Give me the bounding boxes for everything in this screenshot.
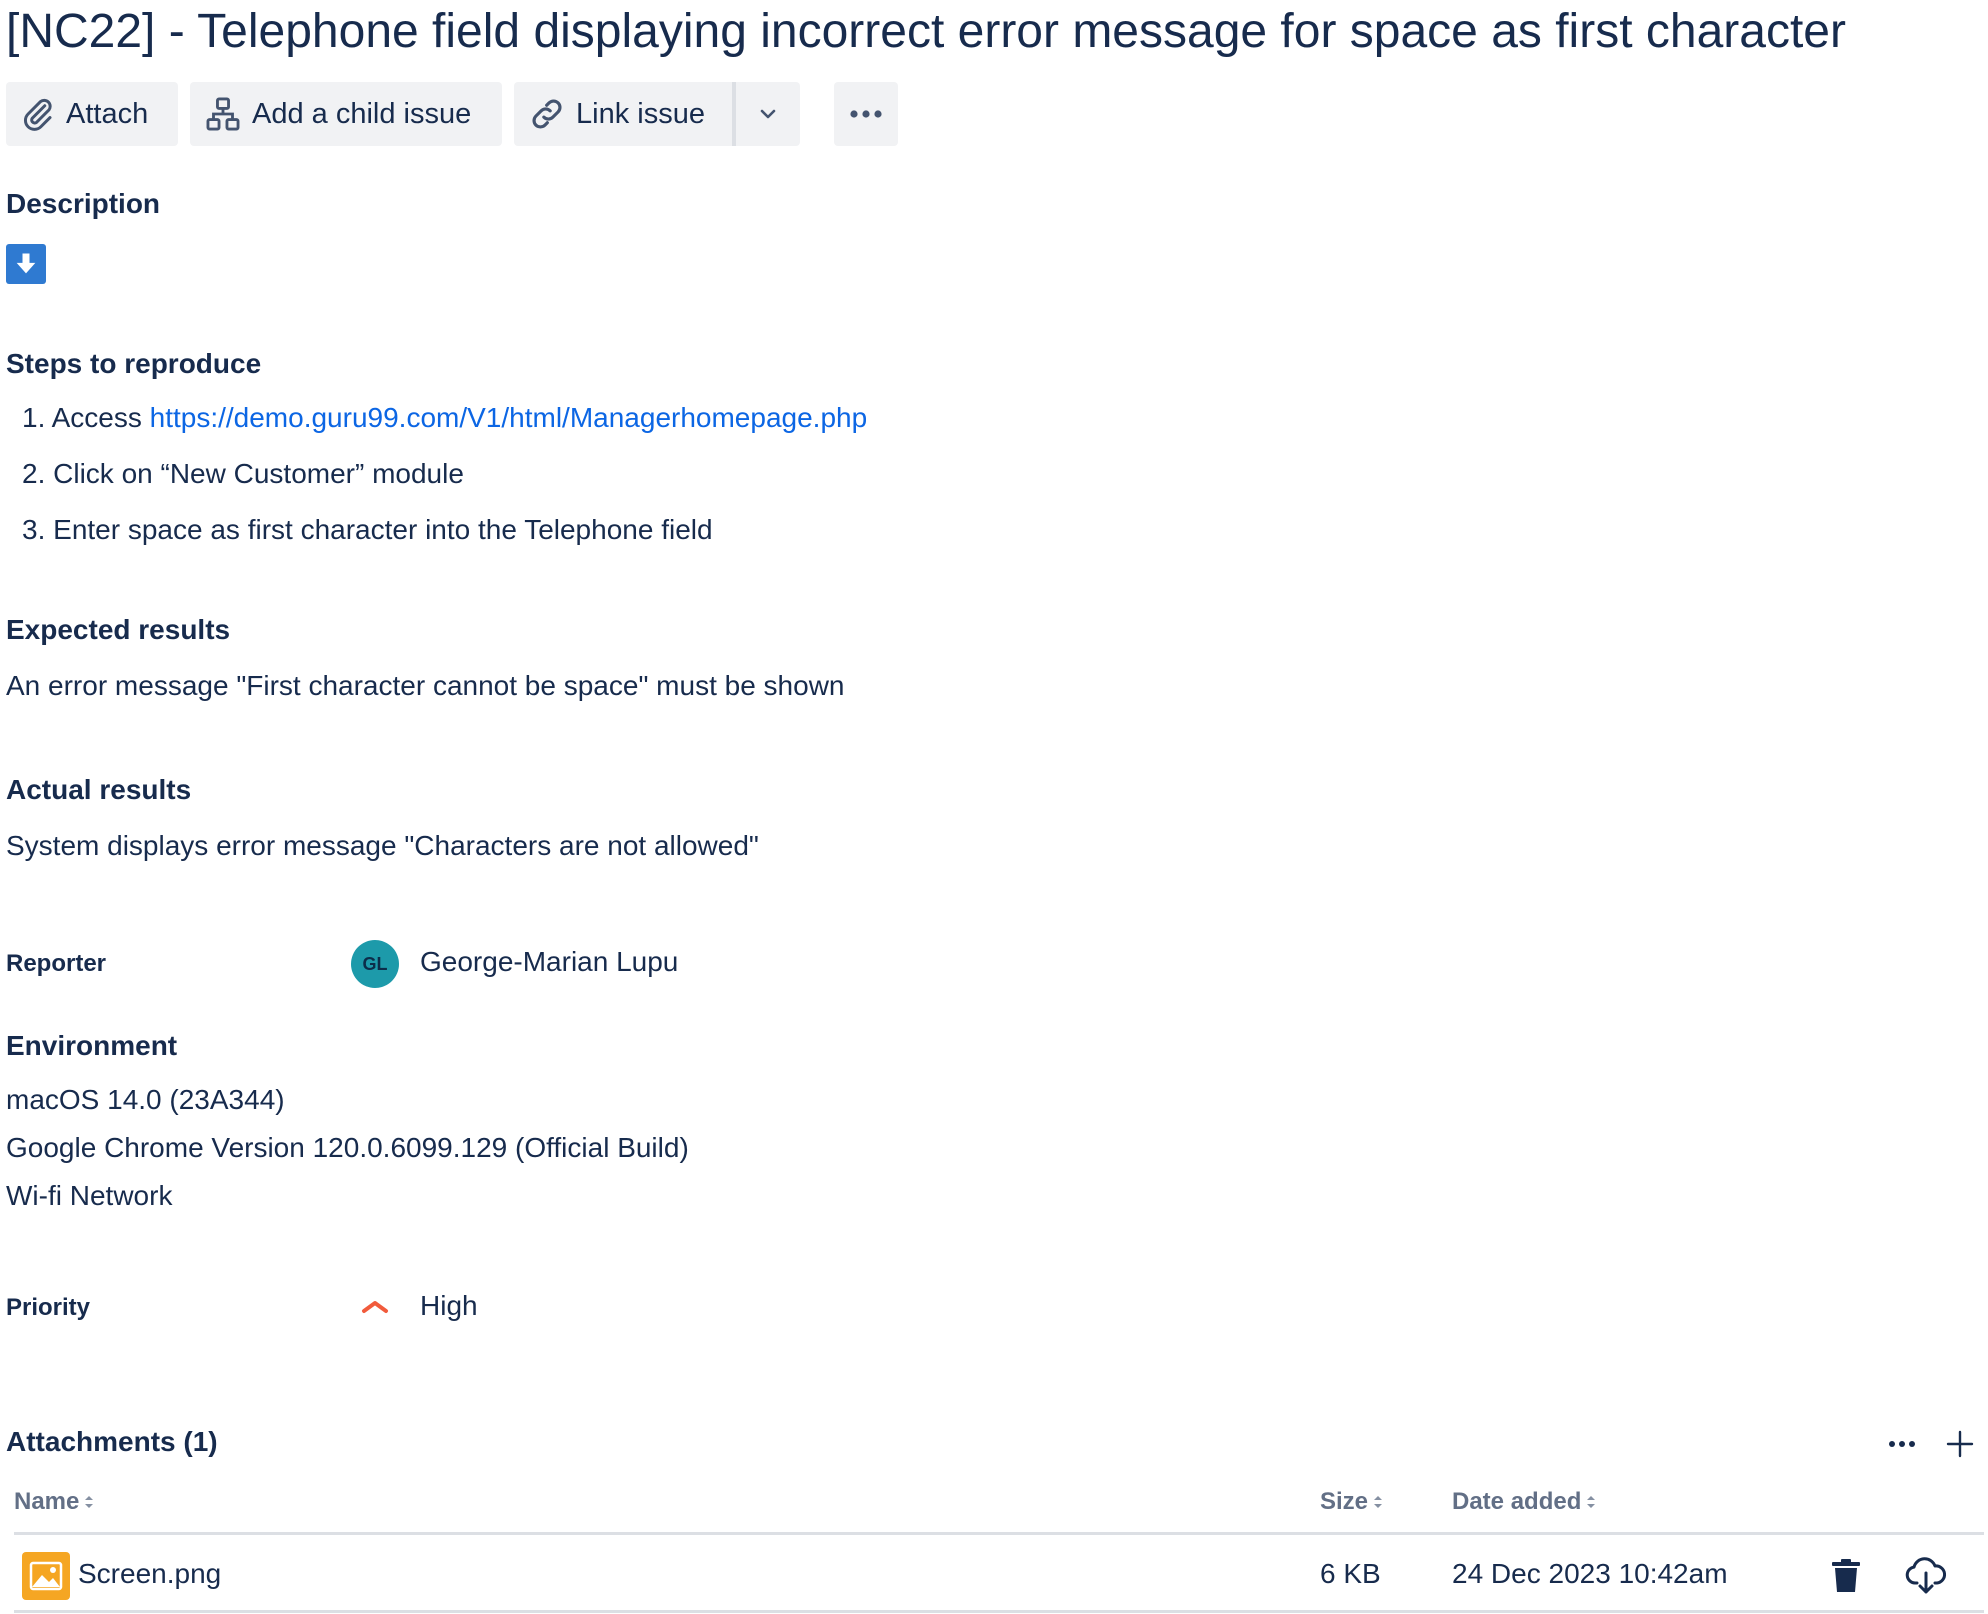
- actual-results-heading: Actual results: [6, 774, 192, 805]
- step-prefix: Access: [51, 402, 150, 433]
- column-name-label: Name: [14, 1488, 80, 1515]
- column-size-label: Size: [1320, 1488, 1369, 1515]
- cloud-download-icon: [1905, 1557, 1946, 1594]
- add-attachment-button[interactable]: [1940, 1424, 1980, 1464]
- steps-heading: Steps to reproduce: [6, 348, 262, 379]
- actual-results-text: System displays error message "Character…: [6, 830, 759, 861]
- expected-results-text: An error message "First character cannot…: [6, 670, 845, 701]
- image-file-icon: [22, 1552, 70, 1600]
- issue-title: [NC22] - Telephone field displaying inco…: [6, 5, 1846, 58]
- column-header-size[interactable]: Size: [1320, 1488, 1384, 1516]
- link-issue-button[interactable]: Link issue: [514, 82, 732, 146]
- reporter-name[interactable]: George-Marian Lupu: [420, 946, 678, 978]
- sort-icon: [1374, 1496, 1383, 1508]
- more-icon: [850, 110, 882, 118]
- sort-icon: [1587, 1496, 1596, 1508]
- add-child-issue-button[interactable]: Add a child issue: [190, 82, 502, 146]
- attach-label: Attach: [66, 97, 149, 130]
- more-actions-button[interactable]: [834, 82, 898, 146]
- step-text: Click on “New Customer” module: [53, 458, 464, 489]
- attachment-size: 6 KB: [1320, 1558, 1381, 1589]
- down-arrow-icon: [6, 244, 46, 284]
- expected-results-heading: Expected results: [6, 614, 231, 645]
- list-item: 1. Access https://demo.guru99.com/V1/htm…: [22, 402, 867, 434]
- trash-icon: [1832, 1559, 1860, 1592]
- priority-value[interactable]: High: [420, 1290, 478, 1322]
- plus-icon: [1946, 1430, 1974, 1458]
- link-issue-dropdown-button[interactable]: [736, 82, 800, 146]
- step-number: 2.: [22, 458, 46, 489]
- column-date-label: Date added: [1452, 1488, 1582, 1515]
- attachment-name[interactable]: Screen.png: [78, 1558, 221, 1590]
- attachments-more-button[interactable]: [1882, 1424, 1922, 1464]
- environment-heading: Environment: [6, 1030, 178, 1061]
- sort-icon: [85, 1496, 94, 1508]
- step-number: 1.: [22, 402, 46, 433]
- table-row-divider: [14, 1610, 1984, 1613]
- description-heading: Description: [6, 188, 161, 219]
- environment-line: Wi-fi Network: [6, 1180, 173, 1211]
- attach-button[interactable]: Attach: [6, 82, 178, 146]
- priority-label: Priority: [6, 1294, 91, 1321]
- paperclip-icon: [23, 98, 52, 131]
- environment-line: Google Chrome Version 120.0.6099.129 (Of…: [6, 1132, 689, 1163]
- download-attachment-button[interactable]: [1904, 1554, 1948, 1598]
- link-icon: [532, 99, 562, 129]
- reporter-label: Reporter: [6, 950, 107, 977]
- step-text: Enter space as first character into the …: [53, 514, 713, 545]
- environment-line: macOS 14.0 (23A344): [6, 1084, 285, 1115]
- priority-high-icon: [362, 1301, 388, 1313]
- step-number: 3.: [22, 514, 46, 545]
- attachment-date: 24 Dec 2023 10:42am: [1452, 1558, 1728, 1589]
- delete-attachment-button[interactable]: [1826, 1554, 1866, 1598]
- add-child-issue-label: Add a child issue: [252, 97, 472, 130]
- column-header-name[interactable]: Name: [14, 1488, 95, 1516]
- guru99-link[interactable]: https://demo.guru99.com/V1/html/Managerh…: [150, 402, 868, 433]
- link-issue-label: Link issue: [576, 97, 705, 130]
- column-header-date[interactable]: Date added: [1452, 1488, 1597, 1516]
- table-row[interactable]: Screen.png 6 KB 24 Dec 2023 10:42am: [14, 1540, 1984, 1612]
- chevron-down-icon: [760, 109, 776, 119]
- table-header-divider: [14, 1532, 1984, 1535]
- child-issue-icon: [206, 97, 240, 131]
- avatar[interactable]: GL: [351, 940, 399, 988]
- list-item: 2. Click on “New Customer” module: [22, 458, 464, 490]
- attachments-heading: Attachments (1): [6, 1426, 218, 1457]
- more-icon: [1889, 1441, 1915, 1447]
- list-item: 3. Enter space as first character into t…: [22, 514, 713, 546]
